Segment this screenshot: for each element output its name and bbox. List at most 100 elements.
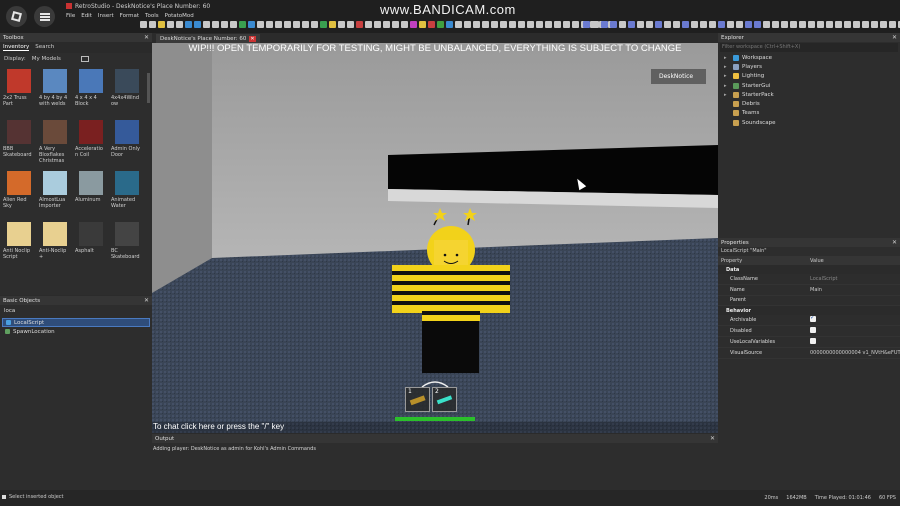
toolbar-button-icon[interactable]	[826, 21, 833, 28]
property-value[interactable]: Main	[810, 287, 900, 293]
menu-format[interactable]: Format	[120, 13, 139, 19]
toolbox-item[interactable]: 4 by 4 by 4 with welds	[38, 69, 72, 114]
chat-hint[interactable]: To chat click here or press the "/" key	[152, 422, 718, 433]
toolbox-item[interactable]: A Very Bloxflakes Christmas	[38, 120, 72, 165]
menu-button[interactable]	[34, 6, 55, 27]
toolbar-button-icon[interactable]	[455, 21, 462, 28]
toolbar-button-icon[interactable]	[140, 21, 147, 28]
toolbox-item[interactable]: Acceleratio n Coil	[74, 120, 108, 165]
toolbar-button-icon[interactable]	[275, 21, 282, 28]
close-icon[interactable]: ✕	[710, 435, 715, 442]
property-row-uselocalvariables[interactable]: UseLocalVariables	[718, 337, 900, 348]
toolbar-button-icon[interactable]	[637, 21, 644, 28]
menu-potatomod[interactable]: PotatoMod	[165, 13, 194, 19]
explorer-item-debris[interactable]: Debris	[718, 99, 900, 108]
toolbar-button-icon[interactable]	[619, 21, 626, 28]
toolbar-button-icon[interactable]	[167, 21, 174, 28]
toolbar-button-icon[interactable]	[754, 21, 761, 28]
toolbar-button-icon[interactable]	[700, 21, 707, 28]
toolbar-button-icon[interactable]	[691, 21, 698, 28]
toolbar-button-icon[interactable]	[781, 21, 788, 28]
toolbar-button-icon[interactable]	[176, 21, 183, 28]
toolbar-button-icon[interactable]	[257, 21, 264, 28]
toolbar-button-icon[interactable]	[185, 21, 192, 28]
close-icon[interactable]: ✕	[144, 34, 149, 41]
toolbar-button-icon[interactable]	[673, 21, 680, 28]
toolbar-button-icon[interactable]	[428, 21, 435, 28]
toolbar-button-icon[interactable]	[817, 21, 824, 28]
toolbar-button-icon[interactable]	[610, 21, 617, 28]
toolbar-button-icon[interactable]	[880, 21, 887, 28]
toolbar-button-icon[interactable]	[790, 21, 797, 28]
tab-inventory[interactable]: Inventory	[3, 44, 30, 51]
view-mode-icon[interactable]	[80, 56, 89, 62]
toolbox-item[interactable]: Asphalt	[74, 222, 108, 267]
property-row-name[interactable]: Name Main	[718, 285, 900, 296]
toolbar-button-icon[interactable]	[835, 21, 842, 28]
toolbar-button-icon[interactable]	[410, 21, 417, 28]
toolbox-item[interactable]: Anti-Noclip +	[38, 222, 72, 267]
chevron-right-icon[interactable]: ▸	[724, 55, 730, 61]
toolbar-button-icon[interactable]	[194, 21, 201, 28]
toolbar-button-icon[interactable]	[203, 21, 210, 28]
property-row-classname[interactable]: ClassName LocalScript	[718, 274, 900, 285]
close-icon[interactable]: ✕	[892, 34, 897, 41]
toolbar-button-icon[interactable]	[266, 21, 273, 28]
toolbox-item[interactable]: 4 x 4 x 4 Block	[74, 69, 108, 114]
toolbar-button-icon[interactable]	[365, 21, 372, 28]
explorer-item-startergui[interactable]: ▸ StarterGui	[718, 81, 900, 90]
category-data[interactable]: Data	[718, 265, 900, 274]
toolbar-button-icon[interactable]	[871, 21, 878, 28]
toolbar-button-icon[interactable]	[655, 21, 662, 28]
hotbar-slot[interactable]: 2	[432, 387, 457, 412]
basic-object-item[interactable]: LocalScript	[2, 318, 150, 327]
toolbar-button-icon[interactable]	[572, 21, 579, 28]
toolbar-button-icon[interactable]	[491, 21, 498, 28]
property-row-visualsource[interactable]: VisualSource 0000000000000004 v1_NVtH&eF…	[718, 348, 900, 359]
explorer-item-teams[interactable]: Teams	[718, 109, 900, 118]
toolbar-button-icon[interactable]	[545, 21, 552, 28]
toolbar-button-icon[interactable]	[808, 21, 815, 28]
toolbar-button-icon[interactable]	[284, 21, 291, 28]
toolbox-item[interactable]: Aluminum	[74, 171, 108, 216]
toolbar-button-icon[interactable]	[158, 21, 165, 28]
toolbar-button-icon[interactable]	[239, 21, 246, 28]
toolbar-button-icon[interactable]	[401, 21, 408, 28]
toolbar-button-icon[interactable]	[853, 21, 860, 28]
toolbar-button-icon[interactable]	[329, 21, 336, 28]
toolbar-button-icon[interactable]	[464, 21, 471, 28]
explorer-item-soundscape[interactable]: Soundscape	[718, 118, 900, 127]
toolbar-button-icon[interactable]	[248, 21, 255, 28]
toolbar-button-icon[interactable]	[554, 21, 561, 28]
toolbar-button-icon[interactable]	[230, 21, 237, 28]
document-tab[interactable]: DeskNotice's Place Number: 60 ✕	[156, 34, 260, 43]
property-row-archivable[interactable]: Archivable	[718, 315, 900, 327]
toolbox-item[interactable]: Alien Red Sky	[2, 171, 36, 216]
explorer-item-starterpack[interactable]: ▸ StarterPack	[718, 90, 900, 99]
property-row-disabled[interactable]: Disabled	[718, 326, 900, 337]
game-viewport[interactable]: WIP!!! OPEN TEMPORARILY FOR TESTING, MIG…	[152, 43, 718, 433]
toolbar-button-icon[interactable]	[212, 21, 219, 28]
toolbar-button-icon[interactable]	[563, 21, 570, 28]
toolbar-button-icon[interactable]	[383, 21, 390, 28]
toolbox-item[interactable]: BBB Skateboard	[2, 120, 36, 165]
property-row-parent[interactable]: Parent	[718, 296, 900, 307]
toolbar-button-icon[interactable]	[763, 21, 770, 28]
toolbar-button-icon[interactable]	[646, 21, 653, 28]
toolbar-button-icon[interactable]	[302, 21, 309, 28]
close-icon[interactable]: ✕	[144, 297, 149, 304]
toolbar-button-icon[interactable]	[682, 21, 689, 28]
toolbar-button-icon[interactable]	[727, 21, 734, 28]
player-name-tag[interactable]: DeskNotice	[651, 69, 706, 84]
archivable-checkbox[interactable]	[810, 316, 816, 323]
toolbox-scrollbar[interactable]	[147, 73, 150, 103]
display-select[interactable]: My Models	[32, 56, 61, 62]
roblox-logo-button[interactable]	[6, 6, 27, 27]
toolbox-item[interactable]: Anti Noclip Script	[2, 222, 36, 267]
chevron-right-icon[interactable]: ▸	[724, 92, 730, 98]
toolbar-button-icon[interactable]	[482, 21, 489, 28]
menu-insert[interactable]: Insert	[98, 13, 114, 19]
toolbar-button-icon[interactable]	[419, 21, 426, 28]
toolbar-button-icon[interactable]	[583, 21, 590, 28]
menu-tools[interactable]: Tools	[145, 13, 159, 19]
